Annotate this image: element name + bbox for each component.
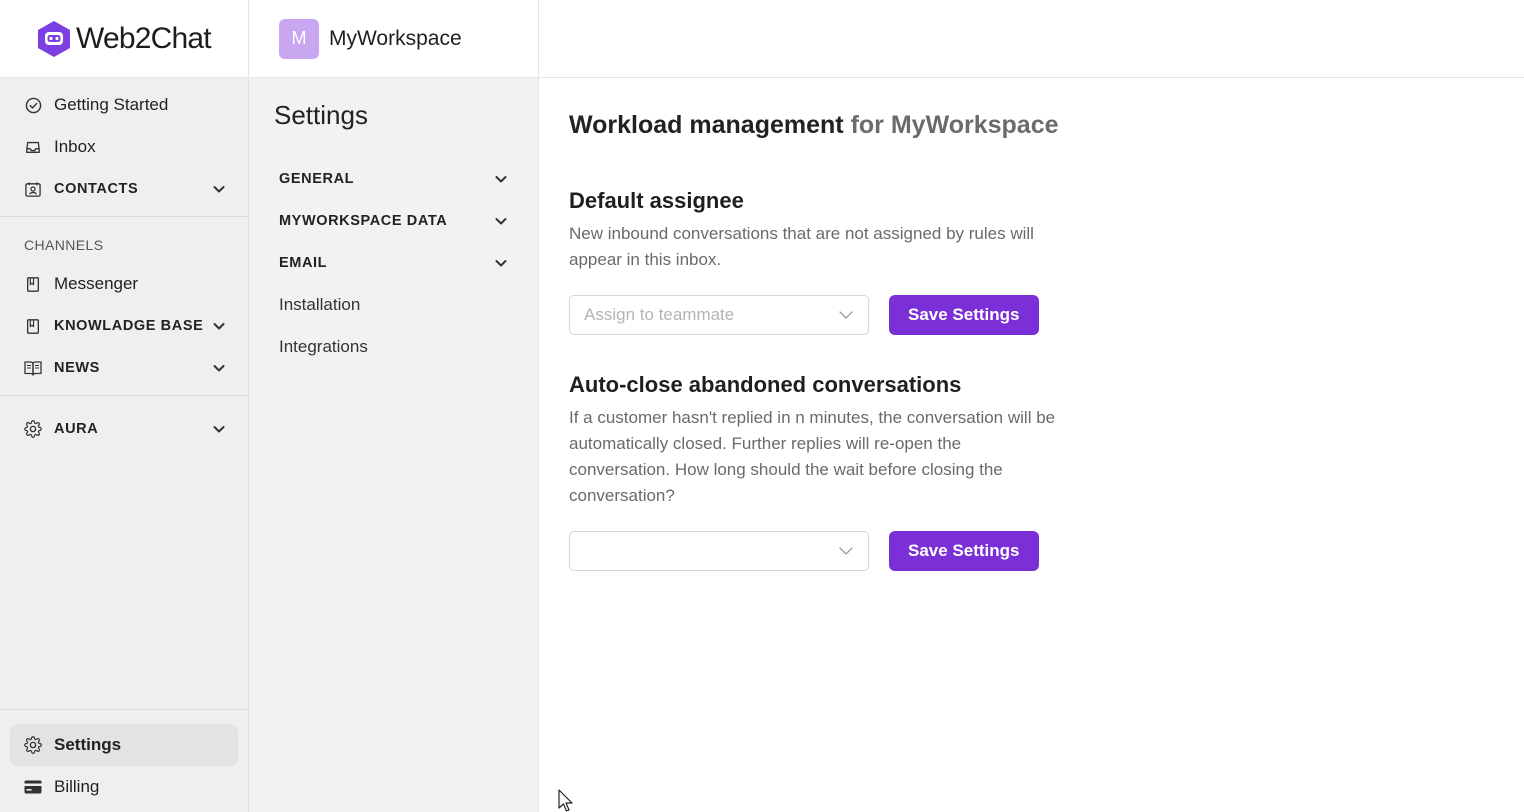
workload-management-page: Workload management for MyWorkspace Defa…: [539, 78, 1524, 812]
section-title: Default assignee: [569, 188, 744, 213]
settings-item-label: EMAIL: [279, 255, 328, 271]
sidebar-item-label: Inbox: [54, 137, 96, 156]
chevron-down-icon[interactable]: [494, 214, 508, 228]
main-sidebar: Web2Chat Getting Started Inbox CONTACTS …: [0, 0, 249, 812]
settings-nav: Settings GENERAL MYWORKSPACE DATA EMAIL …: [249, 78, 539, 812]
book-icon: [24, 317, 42, 335]
settings-item-label: MYWORKSPACE DATA: [279, 213, 448, 229]
workspace-switcher[interactable]: M MyWorkspace: [249, 0, 539, 77]
sidebar-item-label: NEWS: [54, 360, 100, 376]
brand-name[interactable]: Web2Chat: [76, 22, 212, 56]
check-circle-icon: [24, 96, 42, 114]
book-icon: [24, 275, 42, 293]
page-title-suffix: for MyWorkspace: [850, 111, 1059, 139]
mouse-cursor-icon: [558, 789, 574, 812]
sidebar-item-getting-started[interactable]: Getting Started: [0, 84, 248, 126]
sidebar-aura-group: AURA: [0, 396, 248, 456]
sidebar-item-label: KNOWLADGE BASE: [54, 318, 204, 334]
settings-item-integrations[interactable]: Integrations: [249, 326, 538, 368]
gear-icon: [24, 736, 42, 754]
default-assignee-row: Assign to teammate Save Settings: [569, 295, 1059, 335]
settings-item-myworkspace-data[interactable]: MYWORKSPACE DATA: [249, 200, 538, 242]
save-auto-close-button[interactable]: Save Settings: [889, 531, 1039, 571]
page-title-main: Workload management: [569, 111, 844, 139]
news-icon: [24, 359, 42, 377]
sidebar-item-label: Settings: [54, 735, 122, 754]
auto-close-row: Save Settings: [569, 531, 1059, 571]
sidebar-item-inbox[interactable]: Inbox: [0, 126, 248, 168]
settings-item-label: Integrations: [279, 337, 368, 356]
settings-title: Settings: [274, 100, 368, 130]
brand-header: Web2Chat: [0, 0, 248, 78]
sidebar-item-aura[interactable]: AURA: [0, 408, 248, 450]
gear-icon: [24, 420, 42, 438]
sidebar-item-label: AURA: [54, 421, 99, 437]
chevron-down-icon[interactable]: [494, 172, 508, 186]
section-description: New inbound conversations that are not a…: [569, 224, 1034, 269]
section-title: Auto-close abandoned conversations: [569, 372, 962, 397]
sidebar-item-billing[interactable]: Billing: [10, 766, 238, 808]
sidebar-item-label: CONTACTS: [54, 181, 139, 197]
chevron-down-icon: [838, 307, 854, 323]
page-title: Workload management for MyWorkspace: [569, 111, 1524, 140]
sidebar-item-messenger[interactable]: Messenger: [0, 263, 248, 305]
contacts-icon: [24, 180, 42, 198]
settings-item-label: Installation: [279, 295, 361, 314]
sidebar-item-label: Messenger: [54, 274, 139, 293]
credit-card-icon: [24, 778, 42, 796]
chevron-down-icon[interactable]: [212, 182, 226, 196]
inbox-icon: [24, 138, 42, 156]
chevron-down-icon[interactable]: [494, 256, 508, 270]
workspace-avatar: M: [279, 18, 319, 59]
assignee-select[interactable]: Assign to teammate: [569, 295, 869, 335]
auto-close-duration-select[interactable]: [569, 531, 869, 571]
settings-item-email[interactable]: EMAIL: [249, 242, 538, 284]
sidebar-item-contacts[interactable]: CONTACTS: [0, 168, 248, 210]
auto-close-section: Auto-close abandoned conversations If a …: [569, 372, 1059, 571]
default-assignee-section: Default assignee New inbound conversatio…: [569, 188, 1059, 335]
sidebar-item-label: Getting Started: [54, 95, 169, 114]
settings-item-installation[interactable]: Installation: [249, 284, 538, 326]
settings-item-label: GENERAL: [279, 171, 355, 187]
assignee-select-placeholder: Assign to teammate: [584, 305, 735, 324]
save-default-assignee-button[interactable]: Save Settings: [889, 295, 1039, 335]
settings-item-general[interactable]: GENERAL: [249, 158, 538, 200]
chevron-down-icon[interactable]: [212, 422, 226, 436]
chevron-down-icon[interactable]: [212, 361, 226, 375]
chevron-down-icon: [838, 543, 854, 559]
sidebar-item-settings[interactable]: Settings: [10, 724, 238, 766]
sidebar-item-label: Billing: [54, 777, 100, 796]
web2chat-logo-icon[interactable]: [36, 20, 72, 58]
workspace-name: MyWorkspace: [329, 26, 462, 50]
channels-heading: CHANNELS: [24, 237, 104, 253]
sidebar-top-group: Getting Started Inbox CONTACTS: [0, 78, 248, 217]
sidebar-bottom-group: Settings Billing: [0, 709, 248, 812]
sidebar-item-news[interactable]: NEWS: [0, 347, 248, 389]
chevron-down-icon[interactable]: [212, 319, 226, 333]
sidebar-item-knowladge-base[interactable]: KNOWLADGE BASE: [0, 305, 248, 347]
section-description: If a customer hasn't replied in n minute…: [569, 408, 1056, 505]
workspace-header: M MyWorkspace: [249, 0, 1524, 78]
sidebar-channels-group: CHANNELS Messenger KNOWLADGE BASE NEWS: [0, 217, 248, 396]
